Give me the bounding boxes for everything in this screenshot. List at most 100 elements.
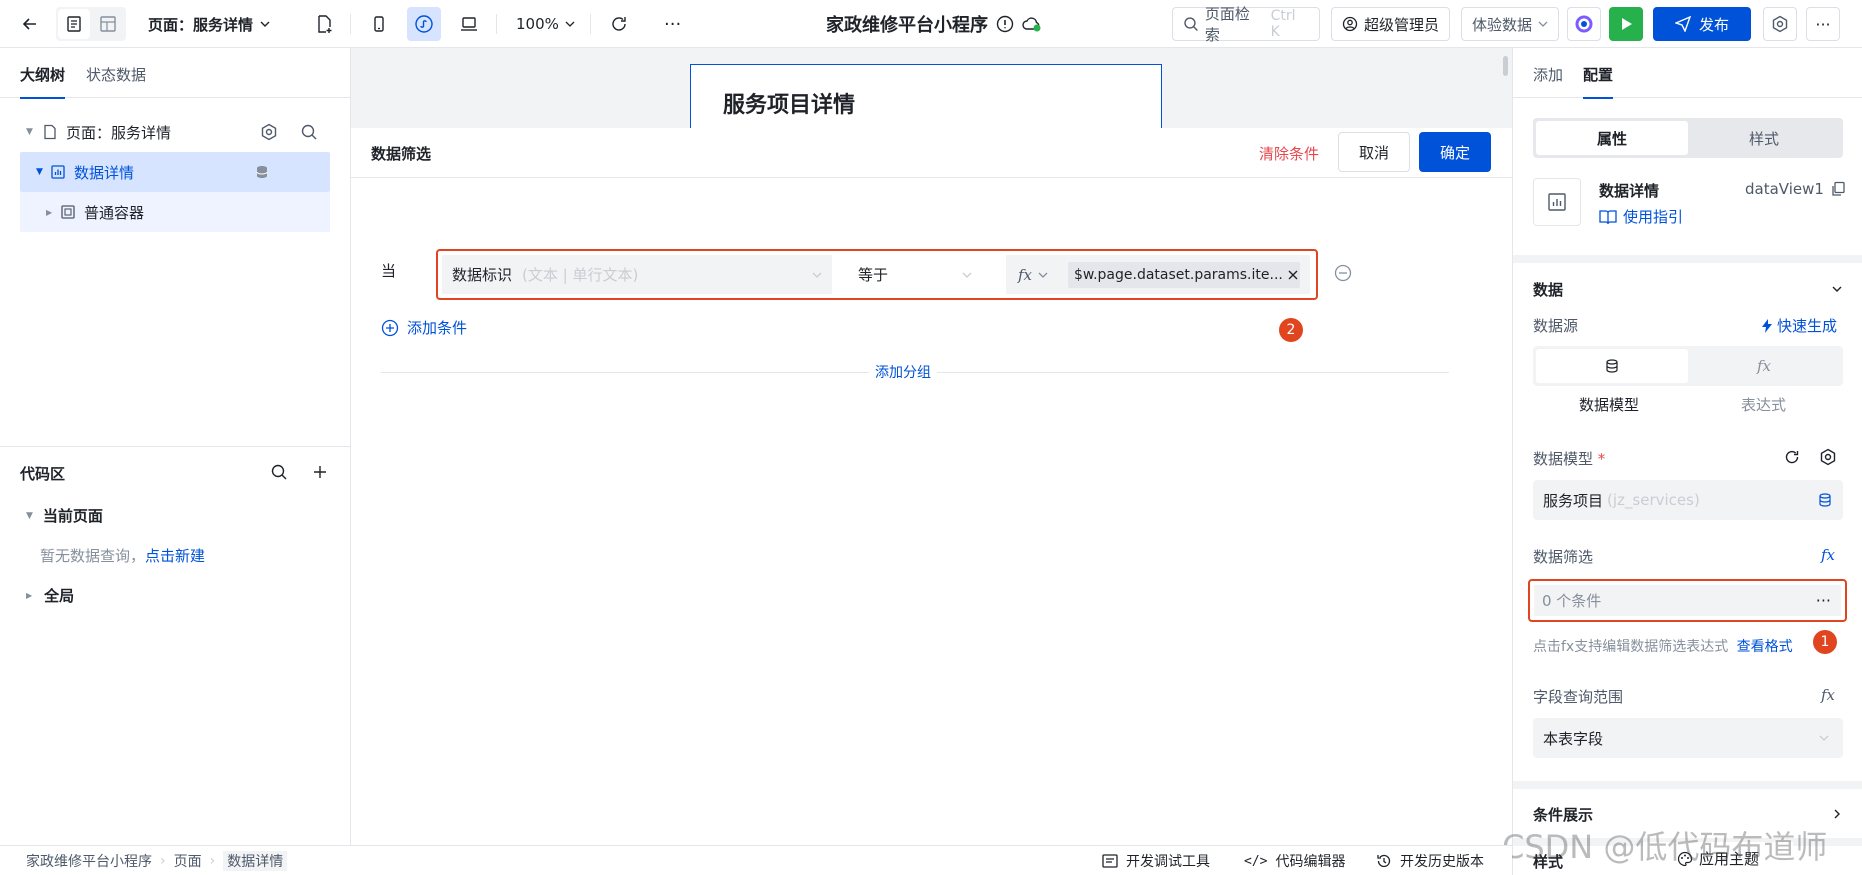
- condition-display-section[interactable]: 条件展示: [1533, 790, 1843, 838]
- field-select[interactable]: 数据标识 (文本 | 单行文本): [442, 255, 832, 294]
- settings-button[interactable]: [1763, 0, 1797, 48]
- canvas-page-header: 服务项目详情: [723, 93, 856, 118]
- tree-item-container-label: 普通容器: [84, 203, 145, 222]
- ellipsis-icon[interactable]: ···: [1816, 591, 1831, 610]
- palette-icon: [1677, 851, 1693, 866]
- file-add-icon: [318, 15, 332, 33]
- data-model-select[interactable]: 服务项目 (jz_services): [1533, 480, 1843, 520]
- back-button[interactable]: [14, 0, 46, 48]
- debug-tool-button[interactable]: 开发调试工具: [1102, 851, 1210, 871]
- code-global[interactable]: ▶ 全局: [26, 585, 74, 606]
- fx-icon[interactable]: fx: [1821, 686, 1835, 704]
- settings-icon[interactable]: [260, 123, 278, 141]
- run-button[interactable]: [1609, 0, 1643, 48]
- settings-icon[interactable]: [1819, 448, 1837, 466]
- page-icon: [44, 124, 56, 140]
- page-selector[interactable]: 页面：服务详情: [148, 0, 271, 48]
- tree-item-page[interactable]: ▼ 页面：服务详情: [20, 112, 330, 152]
- history-button[interactable]: 开发历史版本: [1376, 851, 1484, 871]
- create-query-link[interactable]: 点击新建: [145, 547, 205, 565]
- plus-icon[interactable]: [312, 464, 328, 480]
- history-label: 开发历史版本: [1400, 854, 1484, 870]
- component-id[interactable]: dataView1: [1745, 180, 1846, 198]
- mini-program-preview-button[interactable]: [407, 0, 441, 48]
- tab-outline-tree[interactable]: 大纲树: [20, 64, 66, 99]
- tab-state-data[interactable]: 状态数据: [86, 64, 146, 85]
- miniprogram-icon: [407, 7, 441, 41]
- left-panel: 大纲树 状态数据 ▼ 页面：服务详情 ▼ 数据详情 ▶ 普通容器 代码区 ▼ 当…: [0, 48, 351, 845]
- cancel-button[interactable]: 取消: [1338, 132, 1410, 172]
- data-section-header[interactable]: 数据: [1533, 264, 1843, 314]
- apply-theme-button[interactable]: 应用主题: [1643, 842, 1793, 875]
- left-tabs: 大纲树 状态数据: [0, 48, 350, 99]
- search-icon[interactable]: [270, 463, 288, 481]
- operator-select[interactable]: 等于: [842, 255, 982, 294]
- tree-item-container[interactable]: ▶ 普通容器: [20, 192, 330, 232]
- expression-tag[interactable]: $w.page.dataset.params.ite...: [1068, 261, 1300, 288]
- send-icon: [1674, 16, 1691, 32]
- data-model-id: (jz_services): [1607, 491, 1700, 509]
- publish-button[interactable]: 发布: [1653, 7, 1751, 41]
- add-condition-label: 添加条件: [407, 319, 468, 337]
- breadcrumb-separator-icon: ›: [209, 853, 216, 869]
- field-name: 数据标识: [452, 266, 513, 284]
- breadcrumb-item[interactable]: 家政维修平台小程序: [26, 851, 152, 871]
- datasource-option-expression[interactable]: fx: [1688, 349, 1840, 383]
- zoom-value: 100%: [516, 15, 559, 33]
- data-filter-field[interactable]: 0 个条件 ···: [1528, 579, 1847, 622]
- query-scope-value: 本表字段: [1543, 729, 1604, 748]
- fx-toggle[interactable]: fx: [1006, 266, 1062, 284]
- tree-item-data-detail[interactable]: ▼ 数据详情: [20, 152, 330, 192]
- search-icon: [1184, 17, 1198, 31]
- query-scope-select[interactable]: 本表字段: [1533, 718, 1843, 758]
- usage-guide-link[interactable]: 使用指引: [1599, 206, 1683, 227]
- laptop-icon: [461, 17, 477, 31]
- layout-view-icon[interactable]: [92, 9, 124, 39]
- fx-icon[interactable]: fx: [1821, 546, 1835, 564]
- more-button[interactable]: ···: [664, 0, 681, 48]
- page-search-button[interactable]: 页面检索 Ctrl K: [1172, 5, 1320, 44]
- datasource-option-model[interactable]: [1536, 349, 1688, 383]
- tab-attributes[interactable]: 属性: [1536, 121, 1688, 155]
- add-condition-button[interactable]: 添加条件: [381, 317, 467, 338]
- search-icon[interactable]: [300, 123, 318, 141]
- plus-circle-icon: [381, 319, 399, 336]
- clear-conditions-button[interactable]: 清除条件: [1259, 143, 1319, 164]
- tab-style[interactable]: 样式: [1688, 121, 1840, 155]
- data-model-label-text: 数据模型: [1533, 450, 1594, 468]
- zoom-selector[interactable]: 100%: [516, 0, 575, 48]
- datasource-label: 数据源: [1533, 317, 1579, 335]
- add-group-button[interactable]: 添加分组: [869, 362, 937, 382]
- breadcrumb-item-current[interactable]: 数据详情: [223, 851, 288, 871]
- breadcrumb-item[interactable]: 页面: [174, 851, 202, 871]
- list-view-icon[interactable]: [58, 9, 90, 39]
- code-section: 代码区 ▼ 当前页面 暂无数据查询，点击新建 ▶ 全局: [0, 446, 350, 845]
- component-id-value: dataView1: [1745, 180, 1824, 198]
- mobile-preview-button[interactable]: [370, 0, 388, 48]
- ai-assistant-button[interactable]: [1567, 0, 1601, 48]
- canvas-page-preview[interactable]: 服务项目详情: [690, 64, 1162, 128]
- info-icon[interactable]: [996, 15, 1014, 33]
- tab-config[interactable]: 配置: [1583, 64, 1614, 99]
- close-icon[interactable]: [1288, 270, 1298, 280]
- data-mode-selector[interactable]: 体验数据: [1461, 7, 1560, 41]
- refresh-icon[interactable]: [1783, 448, 1801, 466]
- data-filter-hint: 点击fx支持编辑数据筛选表达式 查看格式: [1533, 636, 1793, 656]
- code-editor-button[interactable]: </> 代码编辑器: [1244, 851, 1345, 871]
- cloud-check-icon[interactable]: [1022, 15, 1042, 33]
- data-section-title: 数据: [1533, 280, 1564, 299]
- more-menu-button[interactable]: ···: [1806, 0, 1840, 48]
- confirm-button[interactable]: 确定: [1419, 132, 1491, 172]
- new-page-button[interactable]: [314, 0, 334, 48]
- tab-add[interactable]: 添加: [1533, 64, 1563, 85]
- quick-generate-button[interactable]: 快速生成: [1761, 315, 1837, 336]
- refresh-button[interactable]: [609, 0, 629, 48]
- section-divider: [1513, 781, 1862, 789]
- top-toolbar: 页面：服务详情 100% ··· 家政维修平台小程序 页面检索 Ctrl K 超…: [0, 0, 1862, 48]
- desktop-preview-button[interactable]: [459, 0, 479, 48]
- remove-condition-icon[interactable]: [1334, 264, 1352, 282]
- admin-button[interactable]: 超级管理员: [1331, 7, 1451, 41]
- code-current-page[interactable]: ▼ 当前页面: [26, 505, 103, 526]
- canvas-scrollbar[interactable]: [1503, 56, 1508, 76]
- view-format-link[interactable]: 查看格式: [1737, 639, 1793, 655]
